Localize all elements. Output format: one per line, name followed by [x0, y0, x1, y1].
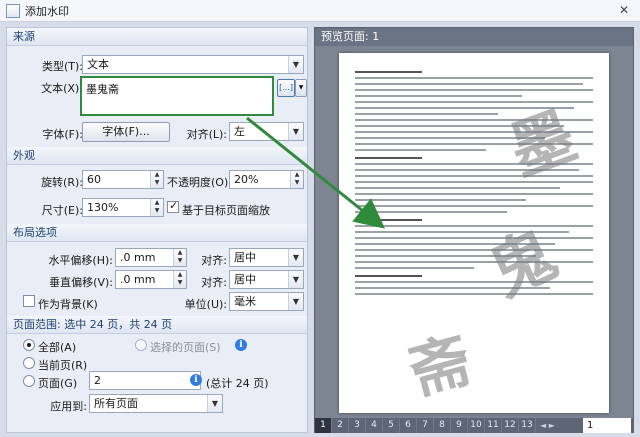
page-tab[interactable]: 12 [502, 418, 519, 433]
v-align-value: 居中 [234, 273, 256, 286]
section-source-header: 来源 [7, 28, 307, 46]
preview-panel: 预览页面: 1 墨 鬼 斋 1 2 3 4 5 6 7 8 9 10 11 12… [314, 27, 634, 433]
chevron-down-icon[interactable]: ▼ [288, 123, 303, 140]
align-select-value: 左 [234, 125, 245, 138]
v-offset-value: .0 mm [120, 273, 156, 286]
h-align-label: 对齐: [201, 254, 227, 267]
section-layout-header: 布局选项 [7, 224, 307, 242]
range-all-label: 全部(A) [38, 341, 77, 354]
page-navigator: 1 2 3 4 5 6 7 8 9 10 11 12 13 ◄ ► 1 [315, 418, 633, 433]
rotation-label: 旋转(R): [41, 176, 83, 189]
align-select[interactable]: 左 ▼ [229, 122, 304, 141]
watermark-text-input[interactable]: 墨鬼斋 [80, 76, 274, 116]
pages-input[interactable]: 2 [89, 371, 201, 390]
size-label: 尺寸(E): [41, 204, 83, 217]
chevron-down-icon[interactable]: ▼ [288, 271, 303, 288]
align-label: 对齐(L): [186, 128, 227, 141]
v-offset-label: 垂直偏移(V): [49, 276, 113, 289]
h-align-select[interactable]: 居中 ▼ [229, 248, 304, 267]
type-label: 类型(T): [41, 60, 83, 73]
as-background-label: 作为背景(K) [38, 298, 98, 311]
rotation-spinner[interactable]: 60 ▲ ▼ [82, 170, 164, 189]
v-align-select[interactable]: 居中 ▼ [229, 270, 304, 289]
range-current-label: 当前页(R) [38, 359, 88, 372]
page-tab[interactable]: 11 [485, 418, 502, 433]
spinner-arrows-icon[interactable]: ▲ ▼ [150, 171, 163, 188]
scale-to-page-checkbox[interactable] [167, 199, 179, 213]
page-tab[interactable]: 8 [434, 418, 451, 433]
h-align-value: 居中 [234, 251, 256, 264]
rotation-value: 60 [87, 173, 101, 186]
total-pages-text: (总计 24 页) [206, 377, 269, 390]
watermark-glyph-3: 斋 [402, 325, 479, 409]
window-title: 添加水印 [25, 4, 69, 18]
insert-field-dropdown-icon[interactable]: ▼ [295, 79, 307, 97]
text-label: 文本(X): [41, 82, 83, 95]
scale-to-page-label: 基于目标页面缩放 [182, 204, 270, 217]
page-tab[interactable]: 2 [332, 418, 349, 433]
spinner-arrows-icon[interactable]: ▲ ▼ [173, 249, 186, 266]
range-selected-radio[interactable] [135, 339, 147, 351]
unit-label: 单位(U): [184, 298, 227, 311]
page-tab[interactable]: 9 [451, 418, 468, 433]
h-offset-value: .0 mm [120, 251, 156, 264]
section-page-range-header: 页面范围: 选中 24 页，共 24 页 [7, 316, 307, 334]
pages-input-value: 2 [94, 374, 101, 387]
chevron-down-icon[interactable]: ▼ [288, 249, 303, 266]
size-value: 130% [87, 201, 119, 214]
range-selected-label: 选择的页面(S) [150, 341, 221, 354]
range-current-radio[interactable] [23, 357, 35, 369]
spinner-arrows-icon[interactable]: ▲ ▼ [173, 271, 186, 288]
opacity-label: 不透明度(O): [167, 176, 232, 189]
type-select-value: 文本 [87, 58, 109, 71]
v-offset-spinner[interactable]: .0 mm ▲ ▼ [115, 270, 187, 289]
chevron-down-icon[interactable]: ▼ [288, 293, 303, 310]
page-tab[interactable]: 6 [400, 418, 417, 433]
page-tab[interactable]: 13 [519, 418, 536, 433]
chevron-down-icon[interactable]: ▼ [288, 56, 303, 73]
title-bar: 添加水印 ✕ [0, 0, 640, 22]
spinner-arrows-icon[interactable]: ▲ ▼ [290, 171, 303, 188]
as-background-checkbox[interactable] [23, 295, 35, 307]
close-icon[interactable]: ✕ [616, 3, 632, 19]
current-page-input[interactable]: 1 [583, 418, 631, 433]
preview-page: 墨 鬼 斋 [339, 53, 609, 413]
page-tab[interactable]: 4 [366, 418, 383, 433]
page-tab[interactable]: 3 [349, 418, 366, 433]
page-tab[interactable]: 7 [417, 418, 434, 433]
insert-field-button[interactable]: [...] [277, 79, 295, 97]
range-all-radio[interactable] [23, 339, 35, 351]
info-icon[interactable]: i [235, 339, 247, 351]
page-tab[interactable]: 5 [383, 418, 400, 433]
h-offset-label: 水平偏移(H): [48, 254, 113, 267]
apply-to-select[interactable]: 所有页面 ▼ [89, 394, 223, 413]
page-tab[interactable]: 10 [468, 418, 485, 433]
chevron-down-icon[interactable]: ▼ [207, 395, 222, 412]
unit-select[interactable]: 毫米 ▼ [229, 292, 304, 311]
apply-to-value: 所有页面 [94, 397, 138, 410]
h-offset-spinner[interactable]: .0 mm ▲ ▼ [115, 248, 187, 267]
range-pages-label: 页面(G) [38, 377, 78, 390]
page-nav-arrows-icon[interactable]: ◄ ► [536, 418, 559, 433]
v-align-label: 对齐: [201, 276, 227, 289]
spinner-arrows-icon[interactable]: ▲ ▼ [150, 199, 163, 216]
opacity-spinner[interactable]: 20% ▲ ▼ [229, 170, 304, 189]
range-pages-radio[interactable] [23, 375, 35, 387]
opacity-value: 20% [234, 173, 259, 186]
unit-value: 毫米 [234, 295, 256, 308]
font-label: 字体(F): [42, 128, 83, 141]
settings-panel: 来源 类型(T): 文本 ▼ 文本(X): 墨鬼斋 [...] ▼ 字体(F):… [6, 27, 308, 433]
preview-header: 预览页面: 1 [315, 28, 633, 46]
section-appearance-header: 外观 [7, 147, 307, 165]
font-button[interactable]: 字体(F)... [82, 122, 170, 142]
watermark-text-value: 墨鬼斋 [86, 83, 119, 96]
type-select[interactable]: 文本 ▼ [82, 55, 304, 74]
page-tab[interactable]: 1 [315, 418, 332, 433]
info-icon[interactable]: i [190, 374, 202, 386]
size-spinner[interactable]: 130% ▲ ▼ [82, 198, 164, 217]
app-icon [6, 3, 20, 18]
apply-to-label: 应用到: [50, 400, 87, 413]
